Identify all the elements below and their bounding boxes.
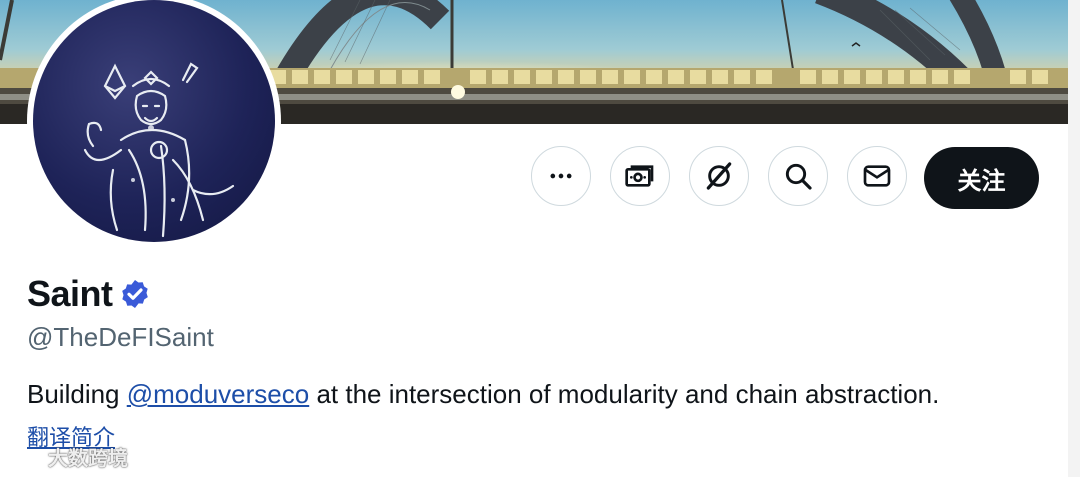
- subscribe-button[interactable]: [610, 146, 670, 206]
- watermark: 大数跨境: [8, 442, 128, 471]
- display-name: Saint: [27, 273, 113, 314]
- bio-mention-link[interactable]: @moduverseco: [127, 379, 309, 409]
- more-horizontal-icon: [550, 173, 572, 179]
- name-row: Saint: [27, 273, 151, 315]
- follow-button[interactable]: 关注: [924, 147, 1039, 209]
- envelope-icon: [863, 165, 891, 187]
- profile-bio: Building @moduverseco at the intersectio…: [27, 379, 939, 410]
- bio-text: Building: [27, 379, 127, 409]
- verified-badge-icon[interactable]: [119, 278, 151, 310]
- saint-illustration: [83, 62, 235, 238]
- bio-text: at the intersection of modularity and ch…: [309, 379, 940, 409]
- profile-handle: @TheDeFISaint: [27, 322, 214, 352]
- watermark-text: 大数跨境: [48, 446, 128, 470]
- more-button[interactable]: [531, 146, 591, 206]
- money-icon: [625, 165, 654, 187]
- message-button[interactable]: [847, 146, 907, 206]
- scrollbar-track[interactable]: [1068, 0, 1080, 477]
- grok-icon: [706, 162, 732, 190]
- avatar[interactable]: [27, 0, 281, 248]
- search-button[interactable]: [768, 146, 828, 206]
- watermark-logo-icon: [10, 446, 38, 470]
- search-icon: [785, 163, 812, 190]
- grok-button[interactable]: [689, 146, 749, 206]
